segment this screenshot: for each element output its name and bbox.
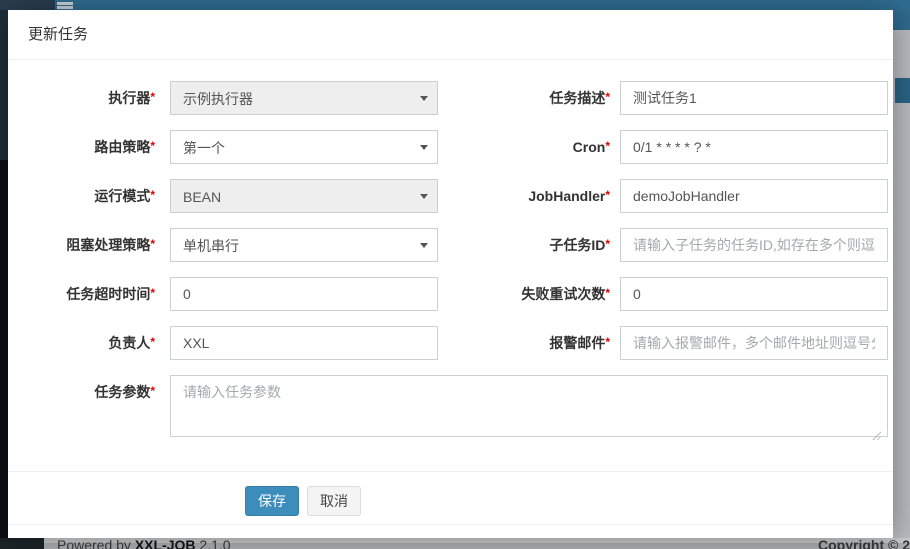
block-strategy-select[interactable]: 单机串行 [170, 228, 438, 262]
chevron-down-icon [420, 145, 428, 150]
update-job-modal: 更新任务 执行器* 示例执行器 任务描述* 路由策略* 第一个 Cron* [8, 10, 893, 538]
executor-label: 执行器* [8, 81, 170, 115]
form-row-job-params: 任务参数* [8, 375, 893, 442]
chevron-down-icon [420, 243, 428, 248]
navbar-strip [893, 10, 910, 30]
route-strategy-label: 路由策略* [8, 130, 170, 164]
child-job-id-input[interactable] [620, 228, 888, 262]
glue-type-label: 运行模式* [8, 179, 170, 213]
update-job-form: 执行器* 示例执行器 任务描述* 路由策略* 第一个 Cron* 运行模式* [8, 60, 893, 442]
retry-count-input[interactable] [620, 277, 888, 311]
chevron-down-icon [420, 194, 428, 199]
modal-actions: 保存 取消 [245, 486, 893, 516]
sidebar-strip [0, 10, 8, 160]
author-label: 负责人* [8, 326, 170, 360]
timeout-input[interactable] [170, 277, 438, 311]
retry-count-label: 失败重试次数* [438, 277, 620, 311]
modal-title: 更新任务 [8, 10, 893, 60]
background-button [895, 78, 910, 103]
sidebar-strip [0, 160, 8, 549]
form-row-gluetype-handler: 运行模式* BEAN JobHandler* [8, 179, 893, 213]
form-row-timeout-retry: 任务超时时间* 失败重试次数* [8, 277, 893, 311]
form-row-executor-desc: 执行器* 示例执行器 任务描述* [8, 81, 893, 115]
child-job-id-label: 子任务ID* [438, 228, 620, 262]
form-row-author-email: 负责人* 报警邮件* [8, 326, 893, 360]
form-row-route-cron: 路由策略* 第一个 Cron* [8, 130, 893, 164]
chevron-down-icon [420, 96, 428, 101]
content-strip [893, 30, 910, 538]
logo-area [0, 0, 55, 10]
executor-select[interactable]: 示例执行器 [170, 81, 438, 115]
block-strategy-label: 阻塞处理策略* [8, 228, 170, 262]
footer-powered-by: Powered by XXL-JOB 2.1.0 [57, 537, 231, 549]
job-params-label: 任务参数* [8, 375, 170, 409]
footer-copyright: Copyright © 2 [818, 537, 910, 549]
job-params-textarea[interactable] [170, 375, 888, 437]
job-handler-input[interactable] [620, 179, 888, 213]
job-desc-input[interactable] [620, 81, 888, 115]
divider [8, 524, 893, 525]
cron-input[interactable] [620, 130, 888, 164]
navbar [0, 0, 910, 10]
glue-type-select[interactable]: BEAN [170, 179, 438, 213]
cron-label: Cron* [438, 130, 620, 164]
sidebar-corner [0, 538, 44, 549]
form-row-block-childjob: 阻塞处理策略* 单机串行 子任务ID* [8, 228, 893, 262]
save-button[interactable]: 保存 [245, 486, 299, 516]
route-strategy-select[interactable]: 第一个 [170, 130, 438, 164]
job-handler-label: JobHandler* [438, 179, 620, 213]
alarm-email-label: 报警邮件* [438, 326, 620, 360]
alarm-email-input[interactable] [620, 326, 888, 360]
cancel-button[interactable]: 取消 [307, 486, 361, 516]
timeout-label: 任务超时时间* [8, 277, 170, 311]
divider [8, 471, 893, 472]
job-desc-label: 任务描述* [438, 81, 620, 115]
author-input[interactable] [170, 326, 438, 360]
